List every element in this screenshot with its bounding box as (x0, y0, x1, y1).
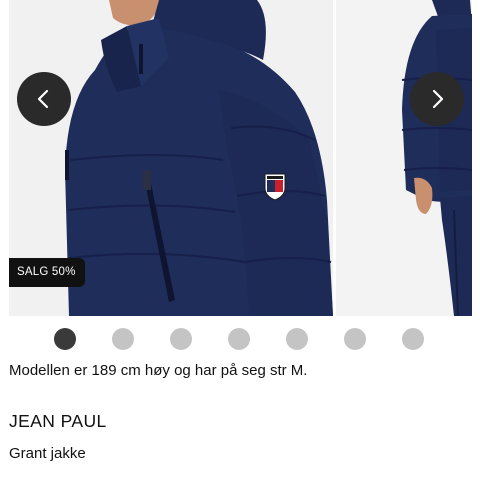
chevron-right-icon (432, 89, 444, 109)
carousel-dot-6[interactable] (344, 328, 366, 350)
product-name: Grant jakke (9, 445, 86, 462)
carousel-dot-5[interactable] (286, 328, 308, 350)
model-size-note: Modellen er 189 cm høy og har på seg str… (9, 362, 308, 379)
chevron-left-icon (37, 89, 49, 109)
carousel-dot-3[interactable] (170, 328, 192, 350)
jacket-full-body-image (401, 0, 472, 316)
carousel-dot-2[interactable] (112, 328, 134, 350)
product-image-carousel[interactable]: SALG 50% (0, 0, 480, 316)
carousel-dot-1[interactable] (54, 328, 76, 350)
sale-badge: SALG 50% (9, 258, 85, 287)
previous-image-button[interactable] (17, 72, 71, 126)
product-brand[interactable]: JEAN PAUL (9, 411, 107, 432)
carousel-dot-7[interactable] (402, 328, 424, 350)
product-image-next (336, 0, 472, 316)
carousel-pagination (0, 327, 480, 351)
carousel-dot-4[interactable] (228, 328, 250, 350)
next-image-button[interactable] (410, 72, 464, 126)
